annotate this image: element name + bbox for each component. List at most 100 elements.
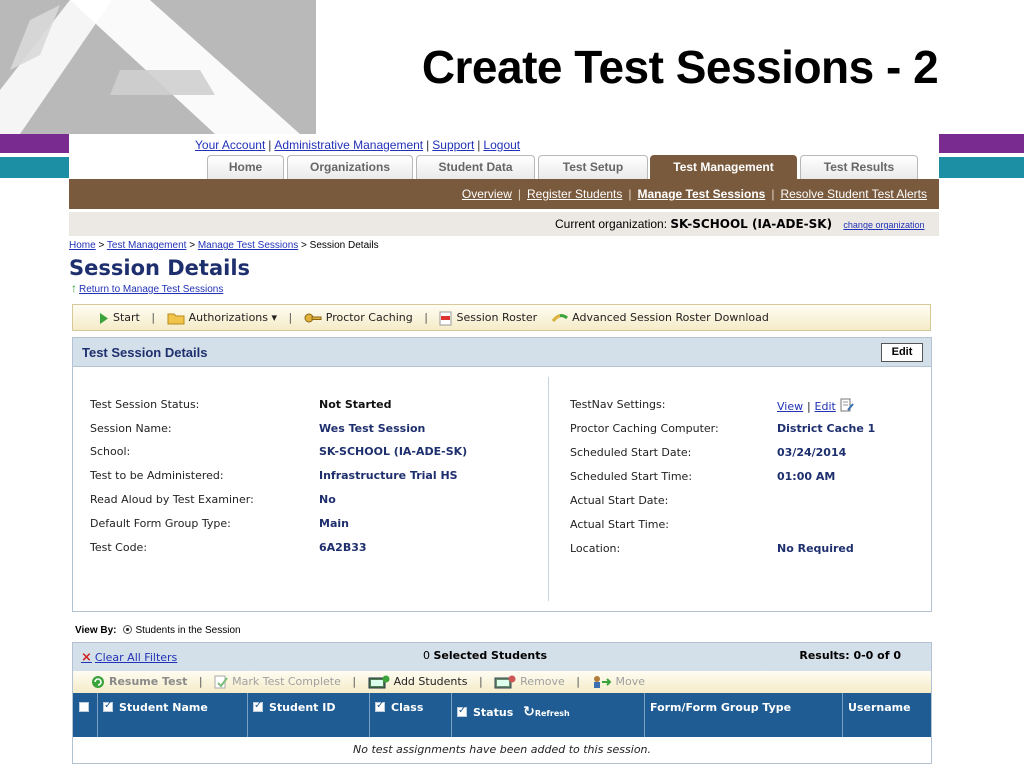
breadcrumb-current: Session Details: [309, 240, 379, 251]
details-header: Test Session Details Edit: [73, 338, 931, 367]
label-scheduled-start-time: Scheduled Start Time:: [570, 470, 693, 483]
chevron-down-icon: ▾: [271, 311, 278, 324]
mark-test-complete-button[interactable]: Mark Test Complete: [214, 671, 341, 693]
logo-a-icon: [0, 0, 316, 134]
tab-student-data[interactable]: Student Data: [416, 155, 535, 180]
value-scheduled-start-date: 03/24/2014: [777, 446, 847, 459]
resume-icon: [92, 676, 104, 688]
breadcrumb-test-management[interactable]: Test Management: [107, 240, 187, 251]
grid-toolbar: Resume Test | Mark Test Complete | Add S…: [73, 671, 931, 693]
start-button[interactable]: Start: [99, 305, 140, 330]
change-organization-link[interactable]: change organization: [843, 220, 924, 230]
breadcrumb-home[interactable]: Home: [69, 240, 96, 251]
advanced-roster-download-button[interactable]: Advanced Session Roster Download: [552, 305, 769, 330]
org-label: Current organization:: [555, 217, 668, 231]
column-filter-checkbox[interactable]: [253, 700, 263, 712]
column-student-name[interactable]: Student Name: [98, 693, 248, 737]
filter-clear-icon: ⨯: [81, 650, 92, 665]
view-by: View By: Students in the Session: [75, 625, 241, 636]
value-proctor-caching-computer: District Cache 1: [777, 422, 876, 435]
value-read-aloud: No: [319, 493, 336, 506]
sub-navigation: Overview | Register Students | Manage Test S…: [69, 179, 939, 209]
select-all-cell: [73, 693, 98, 737]
org-value: SK-SCHOOL (IA-ADE-SK): [670, 217, 833, 231]
column-student-id[interactable]: Student ID: [248, 693, 370, 737]
move-button[interactable]: Move: [592, 671, 645, 693]
tab-organizations[interactable]: Organizations: [287, 155, 413, 180]
label-form-group-type: Default Form Group Type:: [90, 517, 231, 530]
tab-test-setup[interactable]: Test Setup: [538, 155, 648, 180]
label-session-name: Session Name:: [90, 422, 172, 435]
grid-header-row: Student Name Student ID Class Status ↻Re…: [73, 693, 931, 737]
label-actual-start-time: Actual Start Time:: [570, 518, 669, 531]
column-filter-checkbox[interactable]: [103, 700, 113, 712]
students-in-session-radio[interactable]: [122, 625, 132, 634]
pdf-icon: [439, 311, 452, 325]
folder-icon: [167, 313, 185, 325]
top-links: Your Account | Administrative Management | S…: [195, 138, 521, 152]
current-organization-bar: Current organization: SK-SCHOOL (IA-ADE-…: [69, 212, 939, 236]
slide-logo: [0, 0, 316, 134]
testnav-view-link[interactable]: View: [777, 400, 803, 413]
value-location: No Required: [777, 542, 854, 555]
selected-students-count: 0 Selected Students: [423, 649, 548, 662]
column-username[interactable]: Username: [843, 693, 933, 737]
admin-management-link[interactable]: Administrative Management: [274, 138, 423, 152]
mark-complete-icon: [214, 675, 228, 689]
move-icon: [593, 676, 611, 688]
return-link-row: ↑ Return to Manage Test Sessions: [71, 281, 223, 295]
column-filter-checkbox[interactable]: [375, 700, 385, 712]
label-location: Location:: [570, 542, 621, 555]
app-screenshot: Your Account | Administrative Management | S…: [69, 134, 939, 768]
clear-all-filters-link[interactable]: ⨯ Clear All Filters: [81, 650, 177, 665]
logout-link[interactable]: Logout: [483, 138, 520, 152]
students-in-session-label: Students in the Session: [135, 625, 241, 636]
key-icon: [304, 313, 322, 323]
value-form-group-type: Main: [319, 517, 349, 530]
tab-test-results[interactable]: Test Results: [800, 155, 918, 180]
session-toolbar: Start | Authorizations ▾ | Proctor Cachi…: [72, 304, 931, 331]
select-all-checkbox[interactable]: [79, 702, 89, 712]
column-filter-checkbox[interactable]: [457, 705, 467, 717]
authorizations-menu[interactable]: Authorizations ▾: [167, 305, 277, 330]
remove-button[interactable]: Remove: [494, 671, 565, 693]
value-test-code: 6A2B33: [319, 541, 367, 554]
label-testnav-settings: TestNav Settings:: [570, 398, 666, 411]
proctor-caching-button[interactable]: Proctor Caching: [304, 305, 413, 330]
label-session-status: Test Session Status:: [90, 398, 200, 411]
resume-test-button[interactable]: Resume Test: [91, 671, 187, 693]
value-session-name: Wes Test Session: [319, 422, 426, 435]
subnav-register-students[interactable]: Register Students: [527, 187, 622, 201]
breadcrumb-manage-sessions[interactable]: Manage Test Sessions: [198, 240, 298, 251]
tab-test-management[interactable]: Test Management: [650, 155, 797, 180]
add-students-icon: [368, 675, 390, 689]
page-edit-icon[interactable]: [840, 398, 854, 412]
page-title: Session Details: [69, 256, 251, 280]
remove-icon: [494, 675, 516, 689]
session-roster-button[interactable]: Session Roster: [439, 305, 537, 330]
label-test-code: Test Code:: [90, 541, 148, 554]
edit-button[interactable]: Edit: [881, 343, 923, 362]
main-tabs: Home Organizations Student Data Test Set…: [69, 154, 939, 180]
testnav-edit-link[interactable]: Edit: [815, 400, 836, 413]
value-session-status: Not Started: [319, 398, 392, 411]
return-to-manage-sessions-link[interactable]: Return to Manage Test Sessions: [79, 284, 223, 295]
your-account-link[interactable]: Your Account: [195, 138, 265, 152]
label-scheduled-start-date: Scheduled Start Date:: [570, 446, 692, 459]
column-status[interactable]: Status ↻Refresh: [452, 693, 645, 737]
label-proctor-caching-computer: Proctor Caching Computer:: [570, 422, 719, 435]
refresh-icon: ↻: [523, 704, 535, 720]
students-grid: ⨯ Clear All Filters 0 Selected Students R…: [72, 642, 932, 764]
column-class[interactable]: Class: [370, 693, 452, 737]
slide-title: Create Test Sessions - 2: [421, 41, 939, 93]
download-arrow-icon: [552, 314, 569, 322]
subnav-resolve-alerts[interactable]: Resolve Student Test Alerts: [780, 187, 927, 201]
support-link[interactable]: Support: [432, 138, 474, 152]
column-form-group-type[interactable]: Form/Form Group Type: [645, 693, 843, 737]
tab-home[interactable]: Home: [207, 155, 284, 180]
add-students-button[interactable]: Add Students: [368, 671, 467, 693]
subnav-manage-test-sessions[interactable]: Manage Test Sessions: [638, 187, 766, 201]
label-school: School:: [90, 445, 131, 458]
subnav-overview[interactable]: Overview: [462, 187, 512, 201]
refresh-button[interactable]: ↻Refresh: [523, 704, 570, 720]
